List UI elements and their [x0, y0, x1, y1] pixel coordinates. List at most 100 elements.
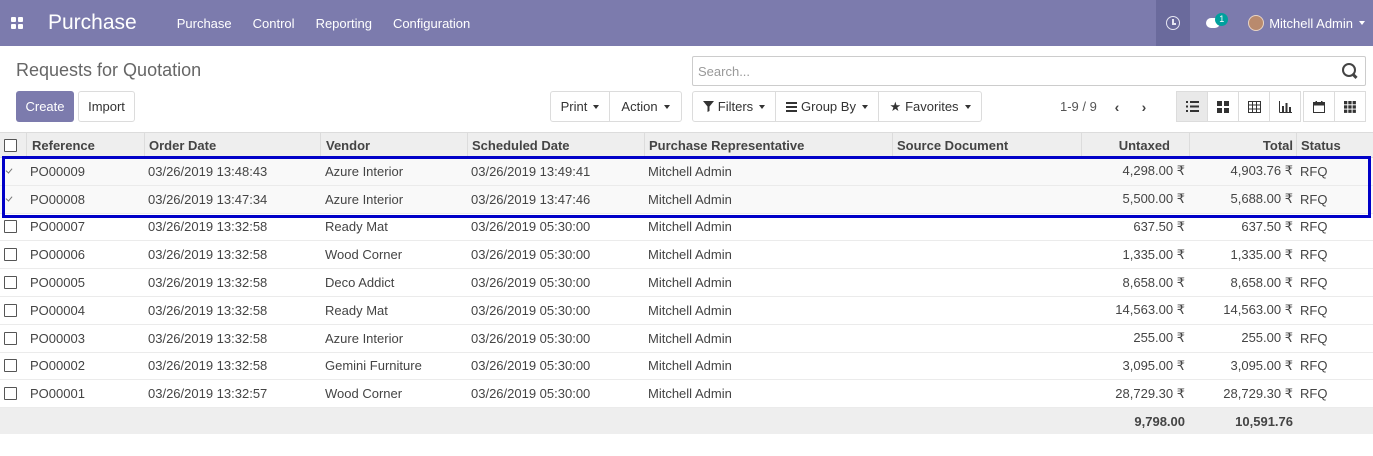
cell-status: RFQ — [1300, 302, 1328, 318]
cell-order-date: 03/26/2019 13:32:58 — [148, 302, 268, 318]
cell-scheduled-date: 03/26/2019 13:47:46 — [471, 191, 591, 207]
list-view-icon[interactable] — [1176, 91, 1208, 122]
print-dropdown[interactable]: Print — [550, 91, 610, 122]
cell-vendor: Ready Mat — [325, 219, 388, 235]
row-checkbox[interactable] — [4, 325, 17, 352]
row-checkbox[interactable] — [4, 214, 17, 241]
column-scheduled-date[interactable]: Scheduled Date — [472, 133, 570, 157]
cell-purchase-representative: Mitchell Admin — [648, 330, 732, 346]
create-button[interactable]: Create — [16, 91, 74, 122]
caret-down-icon — [964, 104, 971, 109]
filters-label: Filters — [717, 99, 754, 114]
pivot-view-icon[interactable] — [1238, 91, 1270, 122]
row-checkbox[interactable] — [4, 380, 17, 407]
menu-control[interactable]: Control — [253, 16, 295, 31]
menu-purchase[interactable]: Purchase — [177, 16, 232, 31]
table-row[interactable]: PO00004 03/26/2019 13:32:58 Ready Mat 03/26… — [0, 297, 1373, 325]
grid-view-icon[interactable] — [1334, 91, 1366, 122]
menu-reporting[interactable]: Reporting — [316, 16, 372, 31]
favorites-label: Favorites — [905, 99, 959, 114]
cell-order-date: 03/26/2019 13:32:58 — [148, 275, 268, 291]
cell-total: 28,729.30 ₹ — [1223, 385, 1293, 401]
row-checkbox[interactable] — [4, 158, 17, 185]
table-row[interactable]: PO00002 03/26/2019 13:32:58 Gemini Furnitu… — [0, 353, 1373, 381]
search-icon[interactable] — [1341, 62, 1359, 80]
column-untaxed[interactable]: Untaxed — [1086, 133, 1170, 157]
cell-untaxed: 14,563.00 ₹ — [1115, 302, 1185, 318]
cell-order-date: 03/26/2019 13:47:34 — [148, 191, 268, 207]
caret-down-icon — [593, 104, 600, 109]
table-row[interactable]: PO00008 03/26/2019 13:47:34 Azure Interior… — [0, 185, 1373, 214]
table-row[interactable]: PO00005 03/26/2019 13:32:58 Deco Addict 03/… — [0, 269, 1373, 297]
column-vendor[interactable]: Vendor — [326, 133, 370, 157]
graph-view-icon[interactable] — [1269, 91, 1301, 122]
cell-reference: PO00008 — [30, 191, 85, 207]
cell-total: 255.00 ₹ — [1241, 330, 1293, 346]
cell-total: 5,688.00 ₹ — [1230, 191, 1294, 207]
calendar-view-icon[interactable] — [1303, 91, 1335, 122]
column-total[interactable]: Total — [1194, 133, 1293, 157]
cell-purchase-representative: Mitchell Admin — [648, 219, 732, 235]
list-bars-icon — [786, 101, 798, 112]
table-row[interactable]: PO00006 03/26/2019 13:32:58 Wood Corner 03/… — [0, 241, 1373, 270]
cell-reference: PO00004 — [30, 302, 85, 318]
table-header: Reference Order Date Vendor Scheduled Da… — [0, 132, 1373, 159]
table-row[interactable]: PO00003 03/26/2019 13:32:58 Azure Interior… — [0, 325, 1373, 353]
total-sum: 10,591.76 — [1235, 413, 1293, 429]
action-dropdown[interactable]: Action — [609, 91, 682, 122]
cell-untaxed: 3,095.00 ₹ — [1122, 357, 1186, 373]
table-row[interactable]: PO00001 03/26/2019 13:32:57 Wood Corner 03/… — [0, 380, 1373, 409]
pager-next-icon[interactable]: › — [1138, 99, 1150, 115]
app-title: Purchase — [48, 11, 137, 34]
activity-clock-icon[interactable] — [1156, 0, 1191, 46]
cell-vendor: Azure Interior — [325, 330, 404, 346]
user-menu[interactable]: Mitchell Admin — [1248, 15, 1365, 31]
messaging-button[interactable]: 1 — [1190, 0, 1236, 46]
apps-menu-icon[interactable] — [0, 0, 34, 46]
cell-scheduled-date: 03/26/2019 05:30:00 — [471, 386, 591, 402]
row-checkbox[interactable] — [4, 241, 17, 268]
column-reference[interactable]: Reference — [32, 133, 95, 157]
cell-vendor: Azure Interior — [325, 163, 404, 179]
row-checkbox[interactable] — [4, 186, 17, 213]
favorites-dropdown[interactable]: ★ Favorites — [878, 91, 982, 122]
star-icon: ★ — [889, 98, 902, 114]
avatar — [1248, 15, 1265, 31]
cell-scheduled-date: 03/26/2019 05:30:00 — [471, 247, 591, 263]
menu-configuration[interactable]: Configuration — [393, 16, 470, 31]
cell-status: RFQ — [1300, 275, 1328, 291]
filters-dropdown[interactable]: Filters — [692, 91, 776, 122]
cell-order-date: 03/26/2019 13:32:58 — [148, 247, 268, 263]
table-row[interactable]: PO00009 03/26/2019 13:48:43 Azure Interior… — [0, 158, 1373, 186]
cell-status: RFQ — [1300, 330, 1328, 346]
table-row[interactable]: PO00007 03/26/2019 13:32:58 Ready Mat 03/26… — [0, 214, 1373, 242]
column-purchase-representative[interactable]: Purchase Representative — [649, 133, 804, 157]
cell-order-date: 03/26/2019 13:32:57 — [148, 386, 268, 402]
column-status[interactable]: Status — [1301, 133, 1341, 157]
cell-purchase-representative: Mitchell Admin — [648, 358, 732, 374]
pager-value[interactable]: 1-9 / 9 — [1060, 99, 1097, 114]
cell-reference: PO00003 — [30, 330, 85, 346]
column-order-date[interactable]: Order Date — [149, 133, 216, 157]
row-checkbox[interactable] — [4, 297, 17, 324]
print-label: Print — [560, 99, 588, 114]
cell-scheduled-date: 03/26/2019 05:30:00 — [471, 330, 591, 346]
import-button[interactable]: Import — [78, 91, 135, 122]
search-input[interactable] — [698, 63, 1341, 79]
caret-down-icon — [663, 104, 670, 109]
groupby-dropdown[interactable]: Group By — [775, 91, 879, 122]
cell-reference: PO00002 — [30, 358, 85, 374]
cell-vendor: Gemini Furniture — [325, 358, 422, 374]
cell-status: RFQ — [1300, 191, 1328, 207]
pager-previous-icon[interactable]: ‹ — [1111, 99, 1123, 115]
cell-reference: PO00001 — [30, 386, 85, 402]
cell-scheduled-date: 03/26/2019 05:30:00 — [471, 302, 591, 318]
row-checkbox[interactable] — [4, 353, 17, 380]
cell-untaxed: 255.00 ₹ — [1133, 330, 1185, 346]
column-source-document[interactable]: Source Document — [897, 133, 1008, 157]
action-label: Action — [621, 99, 658, 114]
row-checkbox[interactable] — [4, 269, 17, 296]
select-all-checkbox[interactable] — [4, 133, 17, 157]
caret-down-icon — [861, 104, 868, 109]
kanban-view-icon[interactable] — [1207, 91, 1239, 122]
